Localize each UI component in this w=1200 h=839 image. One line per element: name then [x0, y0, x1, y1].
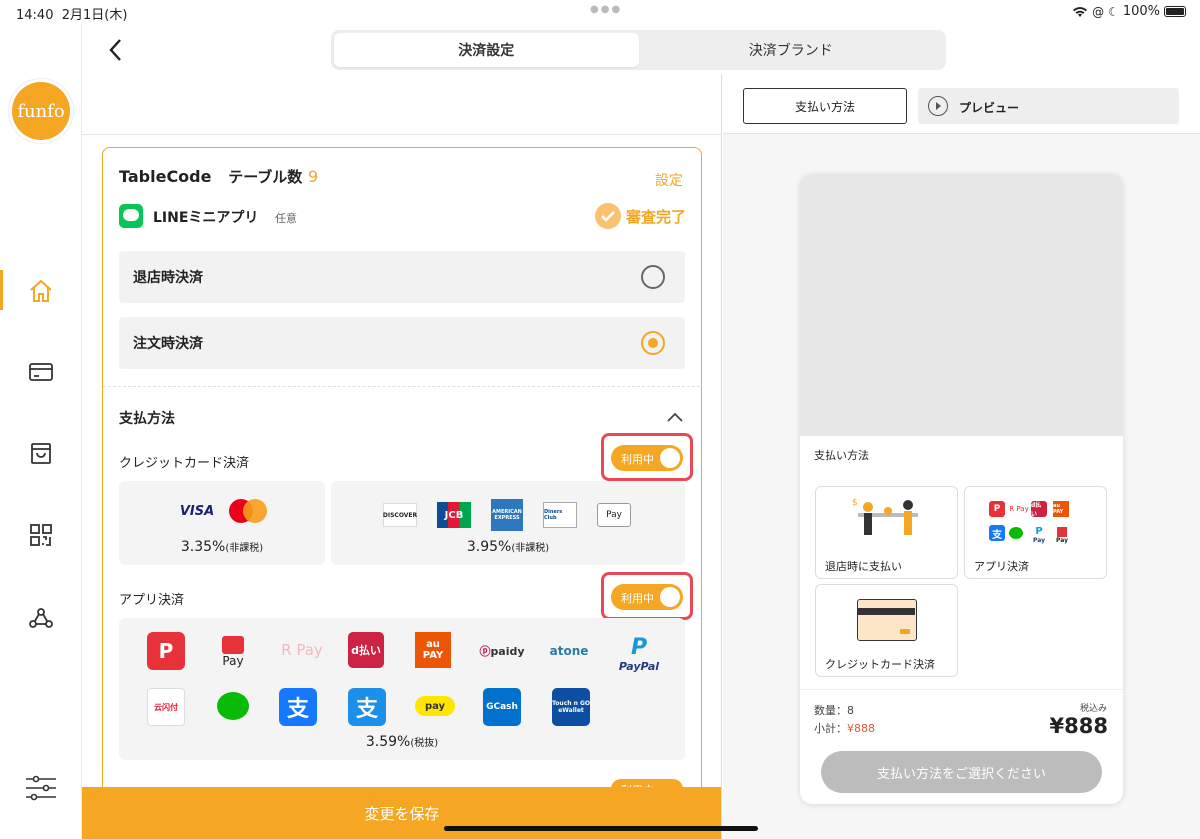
wechat-icon	[217, 692, 249, 720]
jcb-logo: JCB	[437, 502, 471, 528]
rakuten-pay-logo: R Pay	[281, 641, 323, 659]
checkout-illustration: $	[852, 498, 918, 535]
check-circle-icon	[595, 203, 621, 229]
divider	[82, 134, 721, 135]
phone-section-title: 支払い方法	[814, 449, 869, 462]
kakao-pay-logo: pay	[415, 696, 455, 716]
paypay-icon: P	[147, 632, 185, 670]
option-pay-on-exit[interactable]: 退店時決済	[119, 251, 685, 303]
method-pay-on-exit[interactable]: $ 退店時に支払い	[815, 486, 958, 579]
diners-logo: Diners Club	[543, 502, 577, 528]
svg-text:$: $	[852, 498, 858, 508]
home-indicator	[444, 826, 758, 831]
atone-logo: atone	[549, 644, 589, 658]
tab-payment-brand[interactable]: 決済ブランド	[639, 33, 944, 67]
chevron-up-icon[interactable]	[666, 408, 684, 427]
payment-method-button[interactable]: 支払い方法	[743, 88, 907, 124]
app-payment-title: アプリ決済	[119, 593, 185, 608]
moon-icon: ☾	[1108, 4, 1119, 19]
shopping-bag-icon[interactable]	[26, 438, 56, 468]
save-button[interactable]: 変更を保存	[82, 787, 721, 839]
credit-rate-2: 3.95%(非課税)	[466, 539, 550, 555]
gcash-logo: GCash	[483, 688, 521, 726]
battery-icon	[1164, 6, 1186, 17]
paidy-logo: ⓟ paidy	[479, 644, 525, 659]
preview-pane: 支払い方法 プレビュー 支払い方法 $ 退店時に支払い P R Pay d払い …	[723, 74, 1200, 839]
d-barai-logo: d払い	[348, 632, 384, 668]
settings-pane: TableCode テーブル数 9 設定 LINEミニアプリ 任意 審査完了 退…	[82, 74, 722, 839]
tablecode-card: TableCode テーブル数 9 設定 LINEミニアプリ 任意 審査完了 退…	[102, 147, 702, 839]
phone-divider	[800, 689, 1123, 690]
alipay-icon: 支	[279, 688, 317, 726]
status-right: @ ☾ 100%	[1072, 4, 1186, 19]
app-rate: 3.59%(税抜)	[365, 734, 439, 750]
review-status: 審査完了	[626, 208, 687, 226]
card-icon[interactable]	[26, 357, 56, 387]
status-bar: 14:40 2月1日(木) ●●● @ ☾ 100%	[0, 0, 1200, 24]
phone-preview: 支払い方法 $ 退店時に支払い P R Pay d払い au PAY 支 P Pa…	[800, 174, 1123, 804]
apple-pay-logo: Pay	[597, 503, 631, 527]
merpay-logo: Pay	[217, 632, 249, 672]
payment-method-title: 支払方法	[119, 411, 175, 427]
touch-n-go-logo: Touch n GO eWallet	[552, 688, 590, 726]
line-optional: 任意	[275, 212, 297, 225]
subtotal: 小計：¥888	[814, 722, 875, 735]
mastercard-icon	[229, 499, 267, 523]
credit-rate-1: 3.35%(非課税)	[180, 539, 264, 555]
line-label: LINEミニアプリ	[153, 210, 259, 226]
paypal-logo: P PayPal	[618, 635, 660, 673]
credit-toggle[interactable]: 利用中	[611, 445, 683, 471]
radio-pay-on-order[interactable]	[641, 331, 665, 355]
credit-group-1: VISA 3.35%(非課税)	[119, 481, 325, 565]
credit-card-icon	[857, 599, 917, 641]
back-icon[interactable]	[104, 36, 128, 64]
wifi-icon	[1073, 6, 1088, 17]
preview-button[interactable]: プレビュー	[918, 88, 1179, 124]
alipay-plus-icon: 支	[348, 688, 386, 726]
at-icon: @	[1092, 4, 1105, 19]
sidebar: funfo	[0, 24, 82, 839]
multitasking-dots[interactable]: ●●●	[590, 4, 622, 15]
credit-group-2: DISCOVER JCB AMERICAN EXPRESS Diners Clu…	[331, 481, 685, 565]
method-app-payment[interactable]: P R Pay d払い au PAY 支 P Pay Pay アプリ決済	[964, 486, 1107, 579]
battery-text: 100%	[1122, 4, 1160, 19]
tax-included-label: 税込み	[1079, 704, 1107, 714]
qr-code-icon[interactable]	[26, 520, 56, 550]
credit-title: クレジットカード決済	[119, 456, 250, 471]
app-toggle-highlight: 利用中	[601, 572, 693, 620]
amex-logo: AMERICAN EXPRESS	[491, 499, 523, 531]
credit-toggle-highlight: 利用中	[601, 433, 693, 481]
settings-sliders-icon[interactable]	[24, 773, 58, 803]
dashed-divider	[103, 386, 700, 387]
preview-hero	[800, 174, 1123, 436]
app-brands-box: P Pay R Pay d払い au PAY ⓟ paidy atone P Pay…	[119, 618, 685, 760]
quantity: 数量：8	[814, 704, 854, 717]
play-icon	[928, 96, 948, 116]
option-pay-on-order[interactable]: 注文時決済	[119, 317, 685, 369]
active-indicator	[0, 270, 3, 310]
unionpay-logo: 云闪付	[147, 688, 185, 726]
tab-payment-settings[interactable]: 決済設定	[334, 33, 639, 67]
logo: funfo	[8, 78, 74, 144]
home-icon[interactable]	[26, 276, 56, 306]
visa-logo: VISA	[179, 503, 215, 519]
segment-control: 決済設定 決済ブランド	[331, 30, 946, 70]
app-toggle[interactable]: 利用中	[611, 584, 683, 610]
header: 決済設定 決済ブランド	[82, 24, 1200, 74]
line-icon	[119, 204, 143, 228]
settings-link[interactable]: 設定	[655, 170, 683, 190]
radio-pay-on-exit[interactable]	[641, 265, 665, 289]
discover-logo: DISCOVER	[383, 503, 417, 527]
au-pay-logo: au PAY	[415, 632, 451, 668]
method-credit-card[interactable]: クレジットカード決済	[815, 584, 958, 677]
total-amount: ¥888	[1049, 714, 1108, 738]
preview-toolbar: 支払い方法 プレビュー	[723, 74, 1200, 134]
status-time: 14:40 2月1日(木)	[16, 8, 128, 23]
card-title: TableCode テーブル数 9	[119, 167, 319, 186]
network-icon[interactable]	[26, 602, 56, 632]
select-payment-button[interactable]: 支払い方法をご選択ください	[821, 751, 1102, 793]
